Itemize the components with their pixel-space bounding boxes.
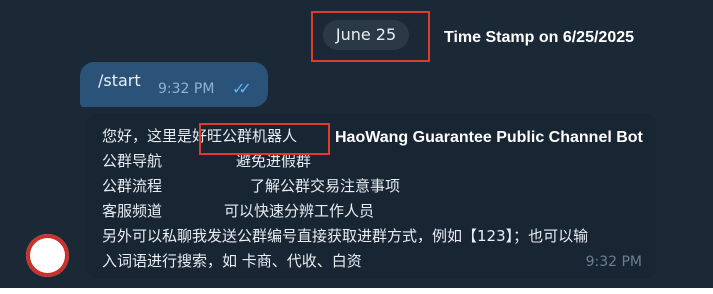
date-highlight-box — [311, 11, 430, 62]
message-line-instructions: 另外可以私聊我发送公群编号直接获取进群方式，例如【123】；也可以输 — [102, 227, 589, 245]
outgoing-message-text: /start — [98, 71, 141, 90]
chat-area: June 25 Time Stamp on 6/25/2025 /start 9… — [0, 0, 713, 288]
bot-name-highlight-box — [199, 123, 330, 155]
outgoing-message-time: 9:32 PM — [158, 81, 215, 97]
outgoing-message[interactable]: /start 9:32 PM ✓✓ — [80, 62, 268, 107]
incoming-message-time: 9:32 PM — [585, 254, 642, 270]
group-process-desc: 了解公群交易注意事项 — [250, 177, 401, 195]
date-annotation: Time Stamp on 6/25/2025 — [444, 29, 635, 46]
link-group-process[interactable]: 公群流程 — [102, 175, 162, 196]
message-line-search: 入词语进行搜索，如 卡商、代收、白资 — [102, 252, 362, 270]
bot-avatar[interactable] — [26, 234, 69, 277]
double-check-icon: ✓✓ — [232, 79, 252, 98]
link-support-channel[interactable]: 客服频道 — [102, 200, 162, 221]
support-channel-desc: 可以快速分辨工作人员 — [224, 202, 375, 220]
bot-annotation: HaoWang Guarantee Public Channel Bot — [335, 129, 643, 146]
link-group-navigation[interactable]: 公群导航 — [102, 150, 162, 171]
